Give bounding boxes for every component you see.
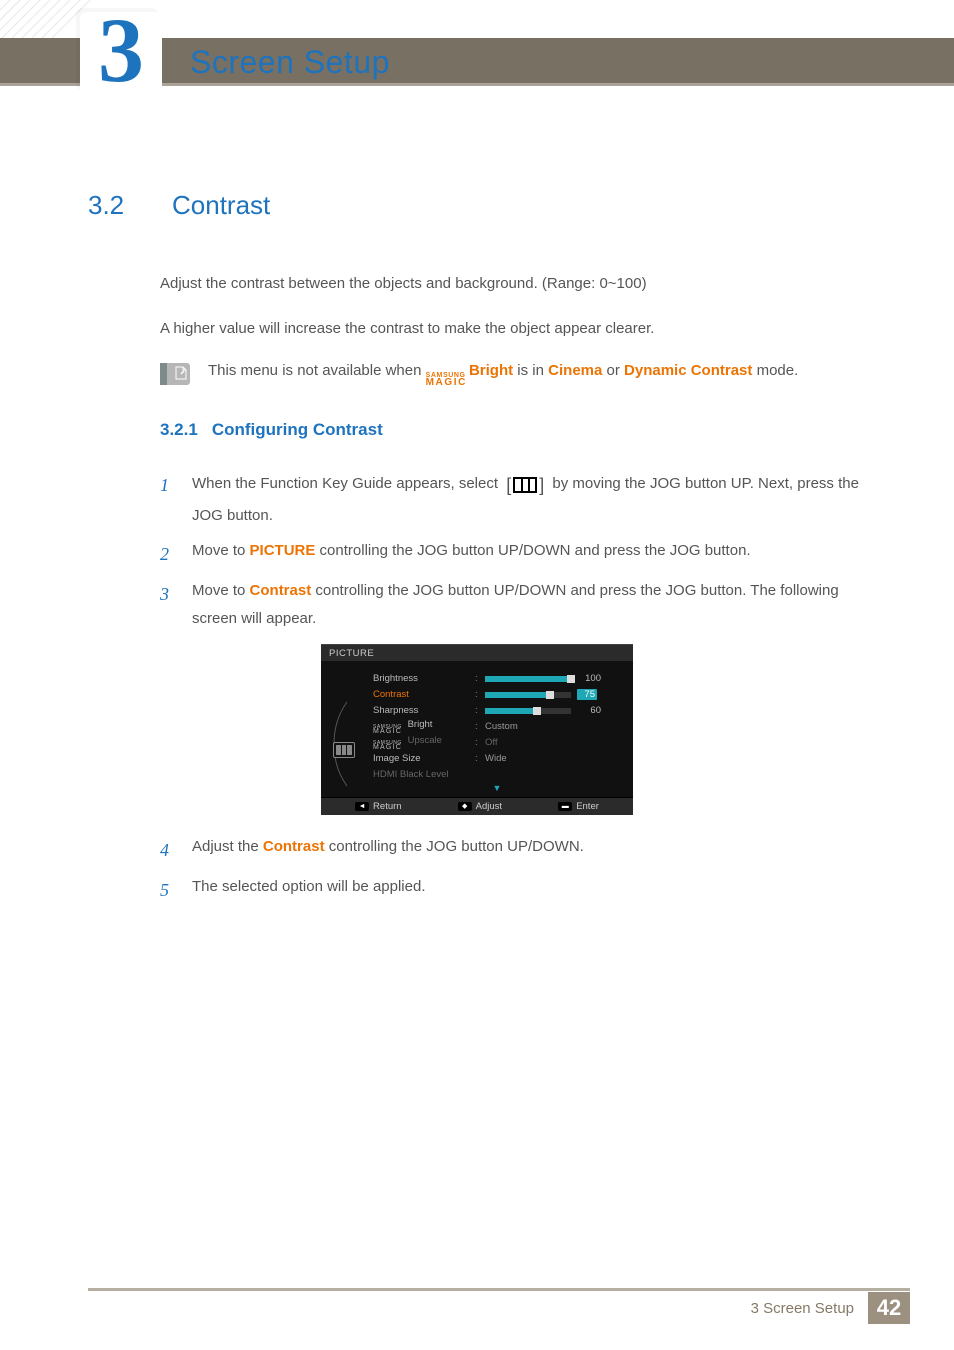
adjust-icon: ◆ [458,802,472,811]
note-dynamic-contrast: Dynamic Contrast [624,362,752,379]
paragraph-2: A higher value will increase the contras… [160,318,866,341]
osd-category-icon [331,700,357,758]
chapter-badge: 3 [80,12,162,104]
step-number: 4 [160,833,174,867]
step-2: 2 Move to PICTURE controlling the JOG bu… [160,537,866,571]
osd-value: 60 [577,705,601,716]
subsection-heading: 3.2.1 Configuring Contrast [160,420,866,440]
osd-adjust: ◆Adjust [458,801,502,812]
osd-enter: ▬Enter [558,801,599,812]
step-number: 5 [160,873,174,907]
step-number: 2 [160,537,174,571]
step-text: When the Function Key Guide appears, sel… [192,468,866,531]
page-footer: 3 Screen Setup 42 [0,1288,954,1328]
osd: PICTURE Brightness:100Contrast:75Sharpne… [321,644,633,815]
osd-row-label: Sharpness [373,705,469,716]
enter-icon: ▬ [558,802,572,811]
note-bright: Bright [469,362,513,379]
osd-slider [485,708,571,714]
step-text: Move to PICTURE controlling the JOG butt… [192,537,751,571]
osd-screenshot: PICTURE Brightness:100Contrast:75Sharpne… [88,644,866,815]
osd-value: Wide [485,753,507,764]
osd-row-label: Contrast [373,689,469,700]
step-text: Move to Contrast controlling the JOG but… [192,577,866,634]
osd-value: Off [485,737,498,748]
note-text: This menu is not available when SAMSUNGM… [208,362,798,386]
osd-row: Sharpness:60 [373,703,621,719]
note: This menu is not available when SAMSUNGM… [160,362,866,386]
osd-row: Image Size:Wide [373,751,621,767]
picture-category-icon [333,742,355,758]
contrast-label: Contrast [263,838,325,855]
osd-row-label: SAMSUNGMAGIC Upscale [373,735,469,750]
osd-value: 100 [577,673,601,684]
osd-row: Contrast:75 [373,687,621,703]
osd-row: SAMSUNGMAGIC Bright:Custom [373,719,621,735]
step-number: 1 [160,468,174,531]
step-5: 5 The selected option will be applied. [160,873,866,907]
section-heading: 3.2 Contrast [88,190,866,221]
picture-label: PICTURE [250,542,316,559]
osd-title: PICTURE [321,644,633,661]
body: 3.2 Contrast Adjust the contrast between… [88,190,866,913]
osd-row: SAMSUNGMAGIC Upscale:Off [373,735,621,751]
osd-row-label: Image Size [373,753,469,764]
page: 3 Screen Setup 3.2 Contrast Adjust the c… [0,0,954,1350]
note-cinema: Cinema [548,362,602,379]
section-number: 3.2 [88,190,144,221]
subsection-number: 3.2.1 [160,420,198,440]
chapter-title: Screen Setup [190,44,390,81]
step-number: 3 [160,577,174,634]
step-text: Adjust the Contrast controlling the JOG … [192,833,584,867]
step-4: 4 Adjust the Contrast controlling the JO… [160,833,866,867]
chapter-number: 3 [98,14,144,88]
osd-row-label: HDMI Black Level [373,769,469,780]
subsection-title: Configuring Contrast [212,420,383,440]
samsung-magic-logo: SAMSUNGMAGIC [426,374,467,386]
osd-return: ◄Return [355,801,402,812]
contrast-label: Contrast [250,582,312,599]
step-text: The selected option will be applied. [192,873,425,907]
osd-slider [485,676,571,682]
footer-text: 3 Screen Setup [751,1300,854,1317]
osd-value: 75 [577,689,597,700]
section-title: Contrast [172,190,270,221]
osd-rows: Brightness:100Contrast:75Sharpness:60SAM… [373,671,621,783]
menu-icon: [] [506,468,544,502]
step-1: 1 When the Function Key Guide appears, s… [160,468,866,531]
osd-value: Custom [485,721,518,732]
footer-page-number: 42 [868,1292,910,1324]
osd-footer: ◄Return ◆Adjust ▬Enter [321,797,633,815]
return-icon: ◄ [355,802,369,811]
osd-row-label: Brightness [373,673,469,684]
note-icon [160,363,190,385]
osd-slider [485,692,571,698]
step-3: 3 Move to Contrast controlling the JOG b… [160,577,866,634]
osd-more-indicator: ▼ [373,783,621,793]
note-pre: This menu is not available when [208,362,426,379]
osd-row: HDMI Black Level [373,767,621,783]
osd-row-label: SAMSUNGMAGIC Bright [373,719,469,734]
osd-body: Brightness:100Contrast:75Sharpness:60SAM… [321,661,633,797]
osd-row: Brightness:100 [373,671,621,687]
paragraph-1: Adjust the contrast between the objects … [160,273,866,296]
